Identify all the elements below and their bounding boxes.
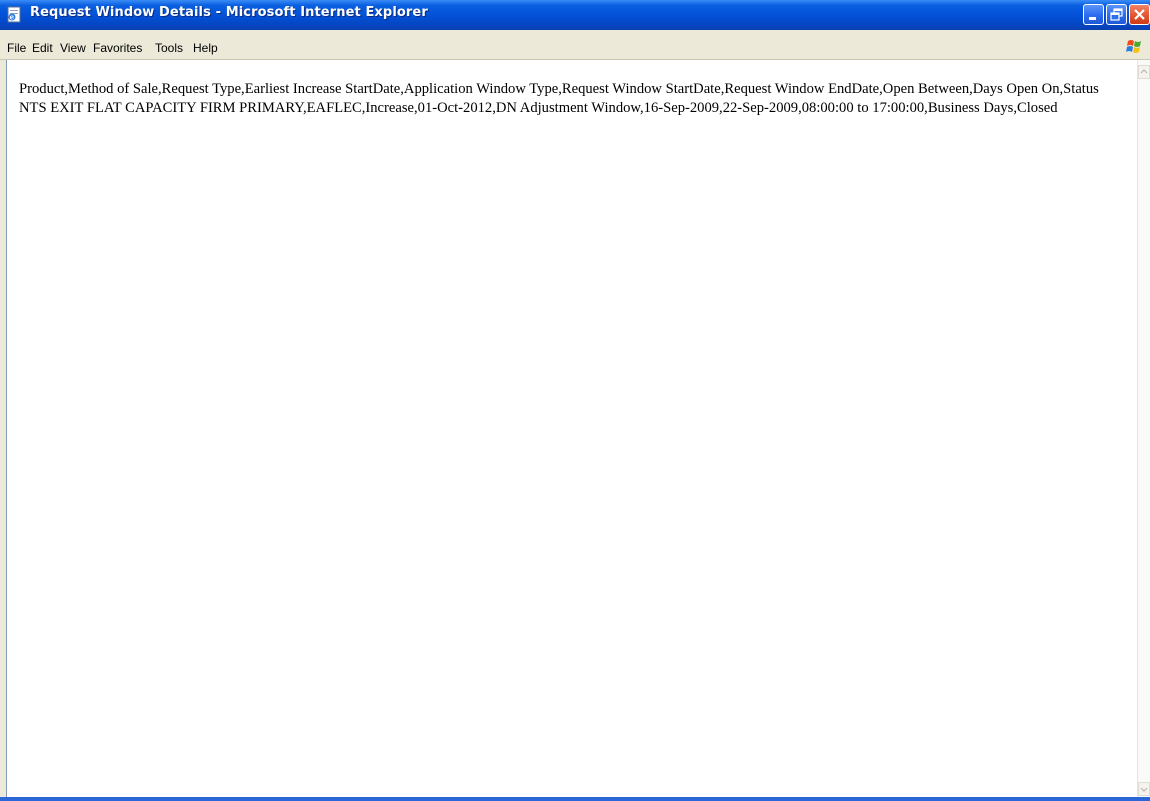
windows-flag-icon [1124,38,1146,56]
menu-favorites[interactable]: Favorites [93,41,142,55]
scroll-up-icon[interactable] [1138,64,1150,79]
scroll-down-icon[interactable] [1138,781,1150,796]
close-icon [1134,9,1145,20]
menu-view-label: View [60,41,86,55]
browser-window: e Request Window Details - Microsoft Int… [0,0,1150,801]
csv-header-line: Product,Method of Sale,Request Type,Earl… [19,81,1099,97]
menu-tools-label: Tools [155,41,184,55]
csv-text-block: Product,Method of Sale,Request Type,Earl… [19,80,1119,118]
restore-icon [1110,8,1123,21]
ie-page-icon[interactable]: e [6,6,23,23]
minimize-icon [1089,17,1096,20]
menu-view[interactable]: View [60,41,86,55]
menu-edit-label: Edit [32,41,53,55]
svg-text:e: e [10,13,15,22]
csv-data-line: NTS EXIT FLAT CAPACITY FIRM PRIMARY,EAFL… [19,100,1058,116]
restore-button[interactable] [1106,4,1127,25]
minimize-button[interactable] [1083,4,1104,25]
menu-edit[interactable]: Edit [32,41,53,55]
document-content-area[interactable]: Product,Method of Sale,Request Type,Earl… [6,60,1137,797]
menu-bar: File Edit View Favorites Tools Help [0,30,1150,60]
title-bar[interactable]: e Request Window Details - Microsoft Int… [0,0,1150,30]
menu-tools[interactable]: Tools [155,41,183,55]
menu-help[interactable]: Help [193,41,218,55]
window-title: Request Window Details - Microsoft Inter… [30,5,428,20]
menu-help-label: Help [193,41,218,55]
close-button[interactable] [1129,4,1150,25]
menu-favorites-label: Favorites [93,41,143,55]
window-bottom-frame [0,797,1150,801]
vertical-scrollbar[interactable] [1137,60,1150,797]
menu-file-label: File [7,41,27,55]
menu-file[interactable]: File [7,41,26,55]
